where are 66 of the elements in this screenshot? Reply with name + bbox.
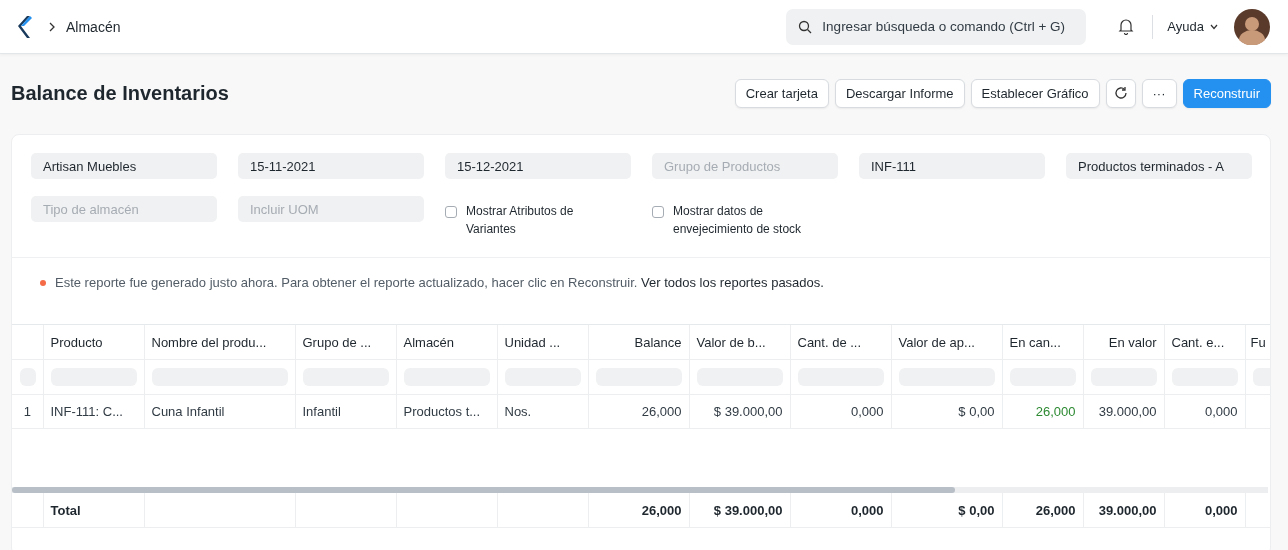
- avatar-icon[interactable]: [1234, 8, 1270, 45]
- total-cell: $ 39.000,00: [689, 493, 790, 528]
- column-header[interactable]: Cant. de ...: [790, 325, 891, 360]
- filter-field[interactable]: Grupo de Productos: [652, 153, 838, 179]
- toolbar-button[interactable]: Establecer Gráfico: [970, 78, 1100, 108]
- page-title: Balance de Inventarios: [11, 81, 229, 105]
- toolbar-button[interactable]: Crear tarjeta: [734, 78, 829, 108]
- toolbar-button[interactable]: Descargar Informe: [834, 78, 965, 108]
- column-header[interactable]: Almacén: [396, 325, 497, 360]
- scrollbar[interactable]: [12, 487, 955, 493]
- table-cell: 26,000: [588, 394, 689, 429]
- filter-field[interactable]: Tipo de almacén: [31, 196, 217, 222]
- column-header[interactable]: Cant. e...: [1164, 325, 1245, 360]
- table-cell: Productos t...: [396, 394, 497, 429]
- toolbar-button[interactable]: ···: [1141, 78, 1177, 108]
- refresh-icon: [1113, 86, 1128, 100]
- table-cell: $ 0,00: [891, 394, 1002, 429]
- chevron-down-icon: [1210, 23, 1218, 30]
- table-cell: 39.000,00: [1083, 394, 1164, 429]
- total-cell: 39.000,00: [1083, 493, 1164, 528]
- checkbox-label[interactable]: Mostrar datos de envejecimiento de stock: [673, 202, 823, 238]
- column-header[interactable]: En valor: [1083, 325, 1164, 360]
- checkbox-label[interactable]: Mostrar Atributos de Variantes: [466, 202, 616, 238]
- table-cell: Infantil: [295, 394, 396, 429]
- column-header[interactable]: Producto: [43, 325, 144, 360]
- status-dot: [40, 279, 46, 286]
- chevron-right-icon: [48, 21, 56, 32]
- filter-field[interactable]: Incluir UOM: [238, 196, 424, 222]
- total-cell: 0,000: [790, 493, 891, 528]
- table-cell: INF-111: C...: [43, 394, 144, 429]
- column-header[interactable]: En can...: [1002, 325, 1083, 360]
- checkbox[interactable]: [445, 206, 457, 218]
- filter-field[interactable]: Productos terminados - A: [1066, 153, 1252, 179]
- checkbox[interactable]: [652, 206, 664, 218]
- total-cell: $ 0,00: [891, 493, 1002, 528]
- notice-text: Este reporte fue generado justo ahora. Para obtener el reporte actualizado, hacer clic en Reconstruir. Ver todos los reportes pasados.: [55, 275, 824, 290]
- table-cell: 0,000: [790, 394, 891, 429]
- column-header[interactable]: Valor de ap...: [891, 325, 1002, 360]
- table-cell: 0,000: [1164, 394, 1245, 429]
- filter-field[interactable]: 15-12-2021: [445, 153, 631, 179]
- search-field[interactable]: Ingresar búsqueda o comando (Ctrl + G): [786, 8, 1087, 45]
- table-cell: $ 39.000,00: [689, 394, 790, 429]
- column-header[interactable]: Balance: [588, 325, 689, 360]
- column-header[interactable]: Nombre del produ...: [144, 325, 295, 360]
- table-cell: Nos.: [497, 394, 588, 429]
- help-dropdown[interactable]: Ayuda: [1167, 19, 1218, 34]
- search-icon: [798, 19, 813, 34]
- total-cell: 26,000: [1002, 493, 1083, 528]
- total-cell: 26,000: [588, 493, 689, 528]
- table-cell: Cuna Infantil: [144, 394, 295, 429]
- past-reports-link[interactable]: Ver todos los reportes pasados.: [641, 275, 824, 290]
- refresh-button[interactable]: [1105, 78, 1136, 108]
- filter-field[interactable]: INF-111: [859, 153, 1045, 179]
- total-cell: 0,000: [1164, 493, 1245, 528]
- table-cell: 26,000: [1002, 394, 1083, 429]
- total-cell: Total: [43, 493, 144, 528]
- column-header[interactable]: Unidad ...: [497, 325, 588, 360]
- row-number: 1: [12, 394, 43, 429]
- breadcrumb-link[interactable]: Almacén: [66, 18, 121, 35]
- filter-field[interactable]: 15-11-2021: [238, 153, 424, 179]
- filter-field[interactable]: Artisan Muebles: [31, 153, 217, 179]
- column-header[interactable]: Grupo de ...: [295, 325, 396, 360]
- column-header[interactable]: Valor de b...: [689, 325, 790, 360]
- column-header[interactable]: Fu: [1245, 325, 1270, 360]
- bell-icon[interactable]: [1118, 18, 1135, 35]
- logo-icon[interactable]: [18, 14, 32, 39]
